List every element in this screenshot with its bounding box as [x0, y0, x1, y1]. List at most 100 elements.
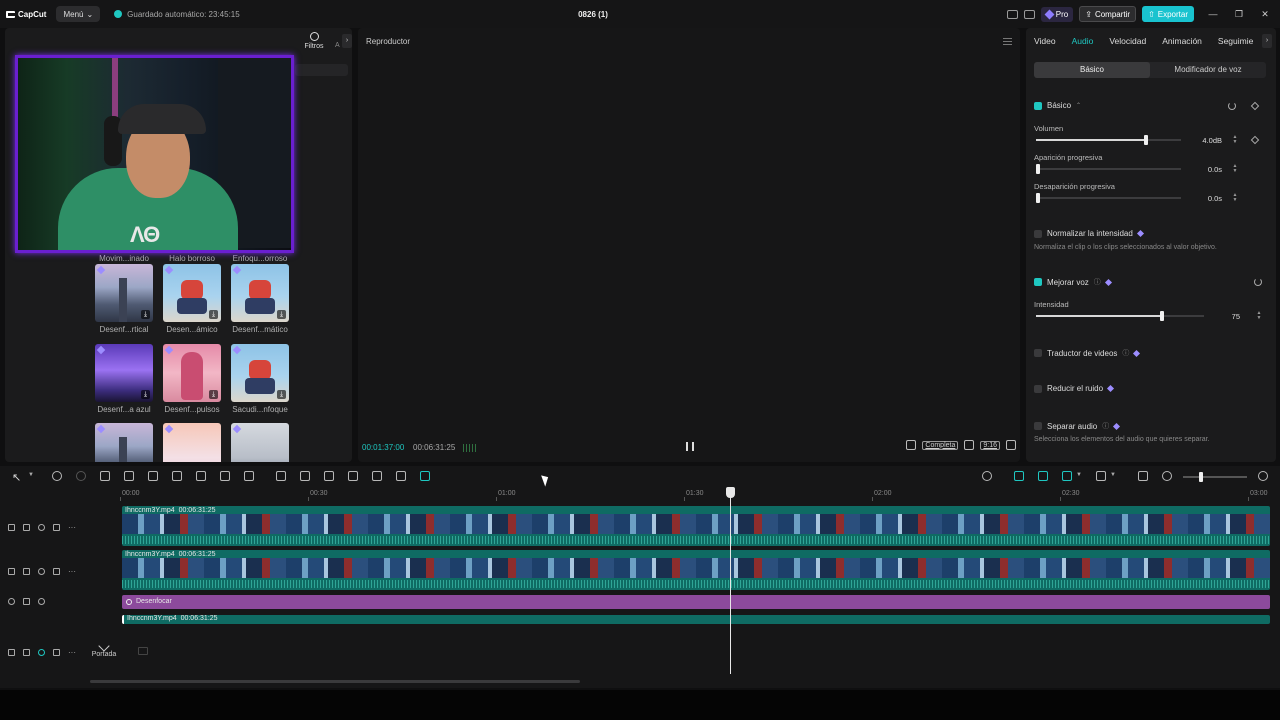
- lock-icon[interactable]: [23, 524, 30, 531]
- timeline-scrollbar[interactable]: [90, 680, 580, 683]
- screenshot-icon[interactable]: [964, 440, 975, 450]
- speaker-icon[interactable]: [53, 524, 60, 531]
- tab-velocidad[interactable]: Velocidad: [1101, 36, 1154, 46]
- fade-out-value[interactable]: 0.0s: [1192, 194, 1222, 203]
- effect-thumbnail[interactable]: ⤓: [163, 423, 221, 462]
- main-video-clip[interactable]: Ihnccnm3Y.mp4 00:06:31:25: [122, 615, 1270, 624]
- segment-voice-changer[interactable]: Modificador de voz: [1150, 62, 1266, 78]
- auto-reframe-icon[interactable]: [324, 471, 334, 481]
- more-icon[interactable]: ···: [68, 523, 76, 532]
- lock-icon[interactable]: [23, 598, 30, 605]
- effect-thumbnail[interactable]: ⤓: [231, 423, 289, 462]
- fade-in-slider-handle[interactable]: [1036, 164, 1040, 174]
- share-button[interactable]: ⇪ Compartir: [1079, 6, 1137, 22]
- eye-icon[interactable]: [38, 649, 45, 656]
- intensity-slider[interactable]: [1036, 311, 1204, 321]
- noise-checkbox[interactable]: [1034, 384, 1042, 393]
- hamburger-icon[interactable]: [1003, 38, 1012, 45]
- more-icon[interactable]: ···: [68, 648, 76, 657]
- chevron-down-icon[interactable]: ▼: [1110, 472, 1116, 478]
- download-icon[interactable]: ⤓: [277, 390, 286, 399]
- reverse-icon[interactable]: [300, 471, 310, 481]
- maximize-icon[interactable]: ❐: [1232, 9, 1246, 20]
- crop-icon[interactable]: [220, 471, 230, 481]
- shortcuts-icon[interactable]: [1023, 9, 1035, 19]
- separate-section-header[interactable]: Separar audio ⓘ: [1034, 421, 1121, 431]
- mask-icon[interactable]: [196, 471, 206, 481]
- intensity-slider-handle[interactable]: [1160, 311, 1164, 321]
- full-button[interactable]: Completa: [922, 440, 959, 450]
- effect-thumbnail[interactable]: ⤓: [95, 423, 153, 462]
- fade-in-value[interactable]: 0.0s: [1192, 165, 1222, 174]
- pro-button[interactable]: Pro: [1040, 6, 1074, 22]
- tab-animación[interactable]: Animación: [1154, 36, 1210, 46]
- tab-next[interactable]: A: [335, 42, 340, 49]
- reset-icon[interactable]: [1254, 278, 1262, 286]
- tab-filters[interactable]: Filtros: [295, 30, 333, 56]
- snap-icon[interactable]: [1096, 471, 1106, 481]
- effect-thumbnail[interactable]: ⤓: [231, 344, 289, 402]
- enhance-voice-section-header[interactable]: Mejorar voz ⓘ: [1034, 277, 1112, 287]
- zoom-in-icon[interactable]: [1258, 471, 1268, 481]
- edit-frame-icon[interactable]: [906, 440, 917, 450]
- volume-slider[interactable]: [1036, 135, 1181, 145]
- download-icon[interactable]: ⤓: [141, 310, 150, 319]
- fade-in-stepper-icon[interactable]: ▲ ▼: [1232, 164, 1238, 174]
- basic-section-header[interactable]: Básico ⌃: [1034, 101, 1081, 110]
- chevron-down-icon[interactable]: ▼: [28, 472, 34, 478]
- fullscreen-icon[interactable]: [1006, 440, 1016, 450]
- fade-in-slider[interactable]: [1036, 164, 1181, 174]
- separate-checkbox[interactable]: [1034, 422, 1042, 430]
- eye-icon[interactable]: [38, 598, 45, 605]
- intensity-stepper-icon[interactable]: ▲ ▼: [1256, 311, 1262, 321]
- image-edit-icon[interactable]: [396, 471, 406, 481]
- layout-icon[interactable]: [1006, 9, 1018, 19]
- fit-icon[interactable]: [1138, 471, 1148, 481]
- mirror-icon[interactable]: [244, 471, 254, 481]
- search-bar[interactable]: [295, 64, 348, 76]
- preview-axis-icon[interactable]: [1062, 471, 1072, 481]
- video-clip-1[interactable]: Ihnccnm3Y.mp4 00:06:31:25: [122, 506, 1270, 546]
- redo-icon[interactable]: [76, 471, 86, 481]
- volume-value[interactable]: 4.0dB: [1192, 136, 1222, 145]
- basic-checkbox[interactable]: [1034, 101, 1042, 110]
- fade-out-slider[interactable]: [1036, 193, 1181, 203]
- tab-audio[interactable]: Audio: [1064, 36, 1102, 46]
- export-button[interactable]: ⇧ Exportar: [1142, 6, 1194, 22]
- effect-thumbnail[interactable]: ⤓: [95, 344, 153, 402]
- magnet-icon[interactable]: [1014, 471, 1024, 481]
- intensity-value[interactable]: 75: [1210, 312, 1240, 321]
- segment-basic[interactable]: Básico: [1034, 62, 1150, 78]
- fade-out-slider-handle[interactable]: [1036, 193, 1040, 203]
- speaker-icon[interactable]: [53, 649, 60, 656]
- download-icon[interactable]: ⤓: [209, 310, 218, 319]
- effect-thumbnail[interactable]: ⤓: [163, 344, 221, 402]
- effect-thumbnail[interactable]: ⤓: [231, 264, 289, 322]
- chevron-right-icon[interactable]: ›: [1262, 34, 1272, 48]
- tab-video[interactable]: Video: [1026, 36, 1064, 46]
- chevron-down-icon[interactable]: ▼: [1076, 472, 1082, 478]
- tab-seguimie[interactable]: Seguimie: [1210, 36, 1261, 46]
- ai-tool-icon[interactable]: [420, 471, 430, 481]
- close-icon[interactable]: ✕: [1258, 9, 1272, 20]
- time-ruler[interactable]: 00:00 00:30 01:00 01:30 02:00 02:30 03:00: [120, 486, 1280, 502]
- speaker-icon[interactable]: [53, 568, 60, 575]
- playhead[interactable]: [730, 488, 731, 674]
- download-icon[interactable]: ⤓: [277, 310, 286, 319]
- reset-icon[interactable]: [1228, 102, 1236, 110]
- delete-icon[interactable]: [172, 471, 182, 481]
- normalize-section-header[interactable]: Normalizar la intensidad: [1034, 229, 1144, 238]
- keyframe-icon[interactable]: [1250, 135, 1260, 145]
- chevron-right-icon[interactable]: ›: [342, 34, 352, 48]
- microphone-icon[interactable]: [982, 471, 992, 481]
- zoom-slider-handle[interactable]: [1199, 472, 1203, 482]
- minimize-icon[interactable]: —: [1206, 9, 1220, 19]
- lock-icon[interactable]: [23, 568, 30, 575]
- volume-slider-handle[interactable]: [1144, 135, 1149, 145]
- translate-checkbox[interactable]: [1034, 349, 1042, 357]
- effect-thumbnail[interactable]: ⤓: [163, 264, 221, 322]
- volume-stepper-icon[interactable]: ▲ ▼: [1232, 135, 1238, 145]
- download-icon[interactable]: ⤓: [141, 390, 150, 399]
- zoom-out-icon[interactable]: [1162, 471, 1172, 481]
- lock-icon[interactable]: [23, 649, 30, 656]
